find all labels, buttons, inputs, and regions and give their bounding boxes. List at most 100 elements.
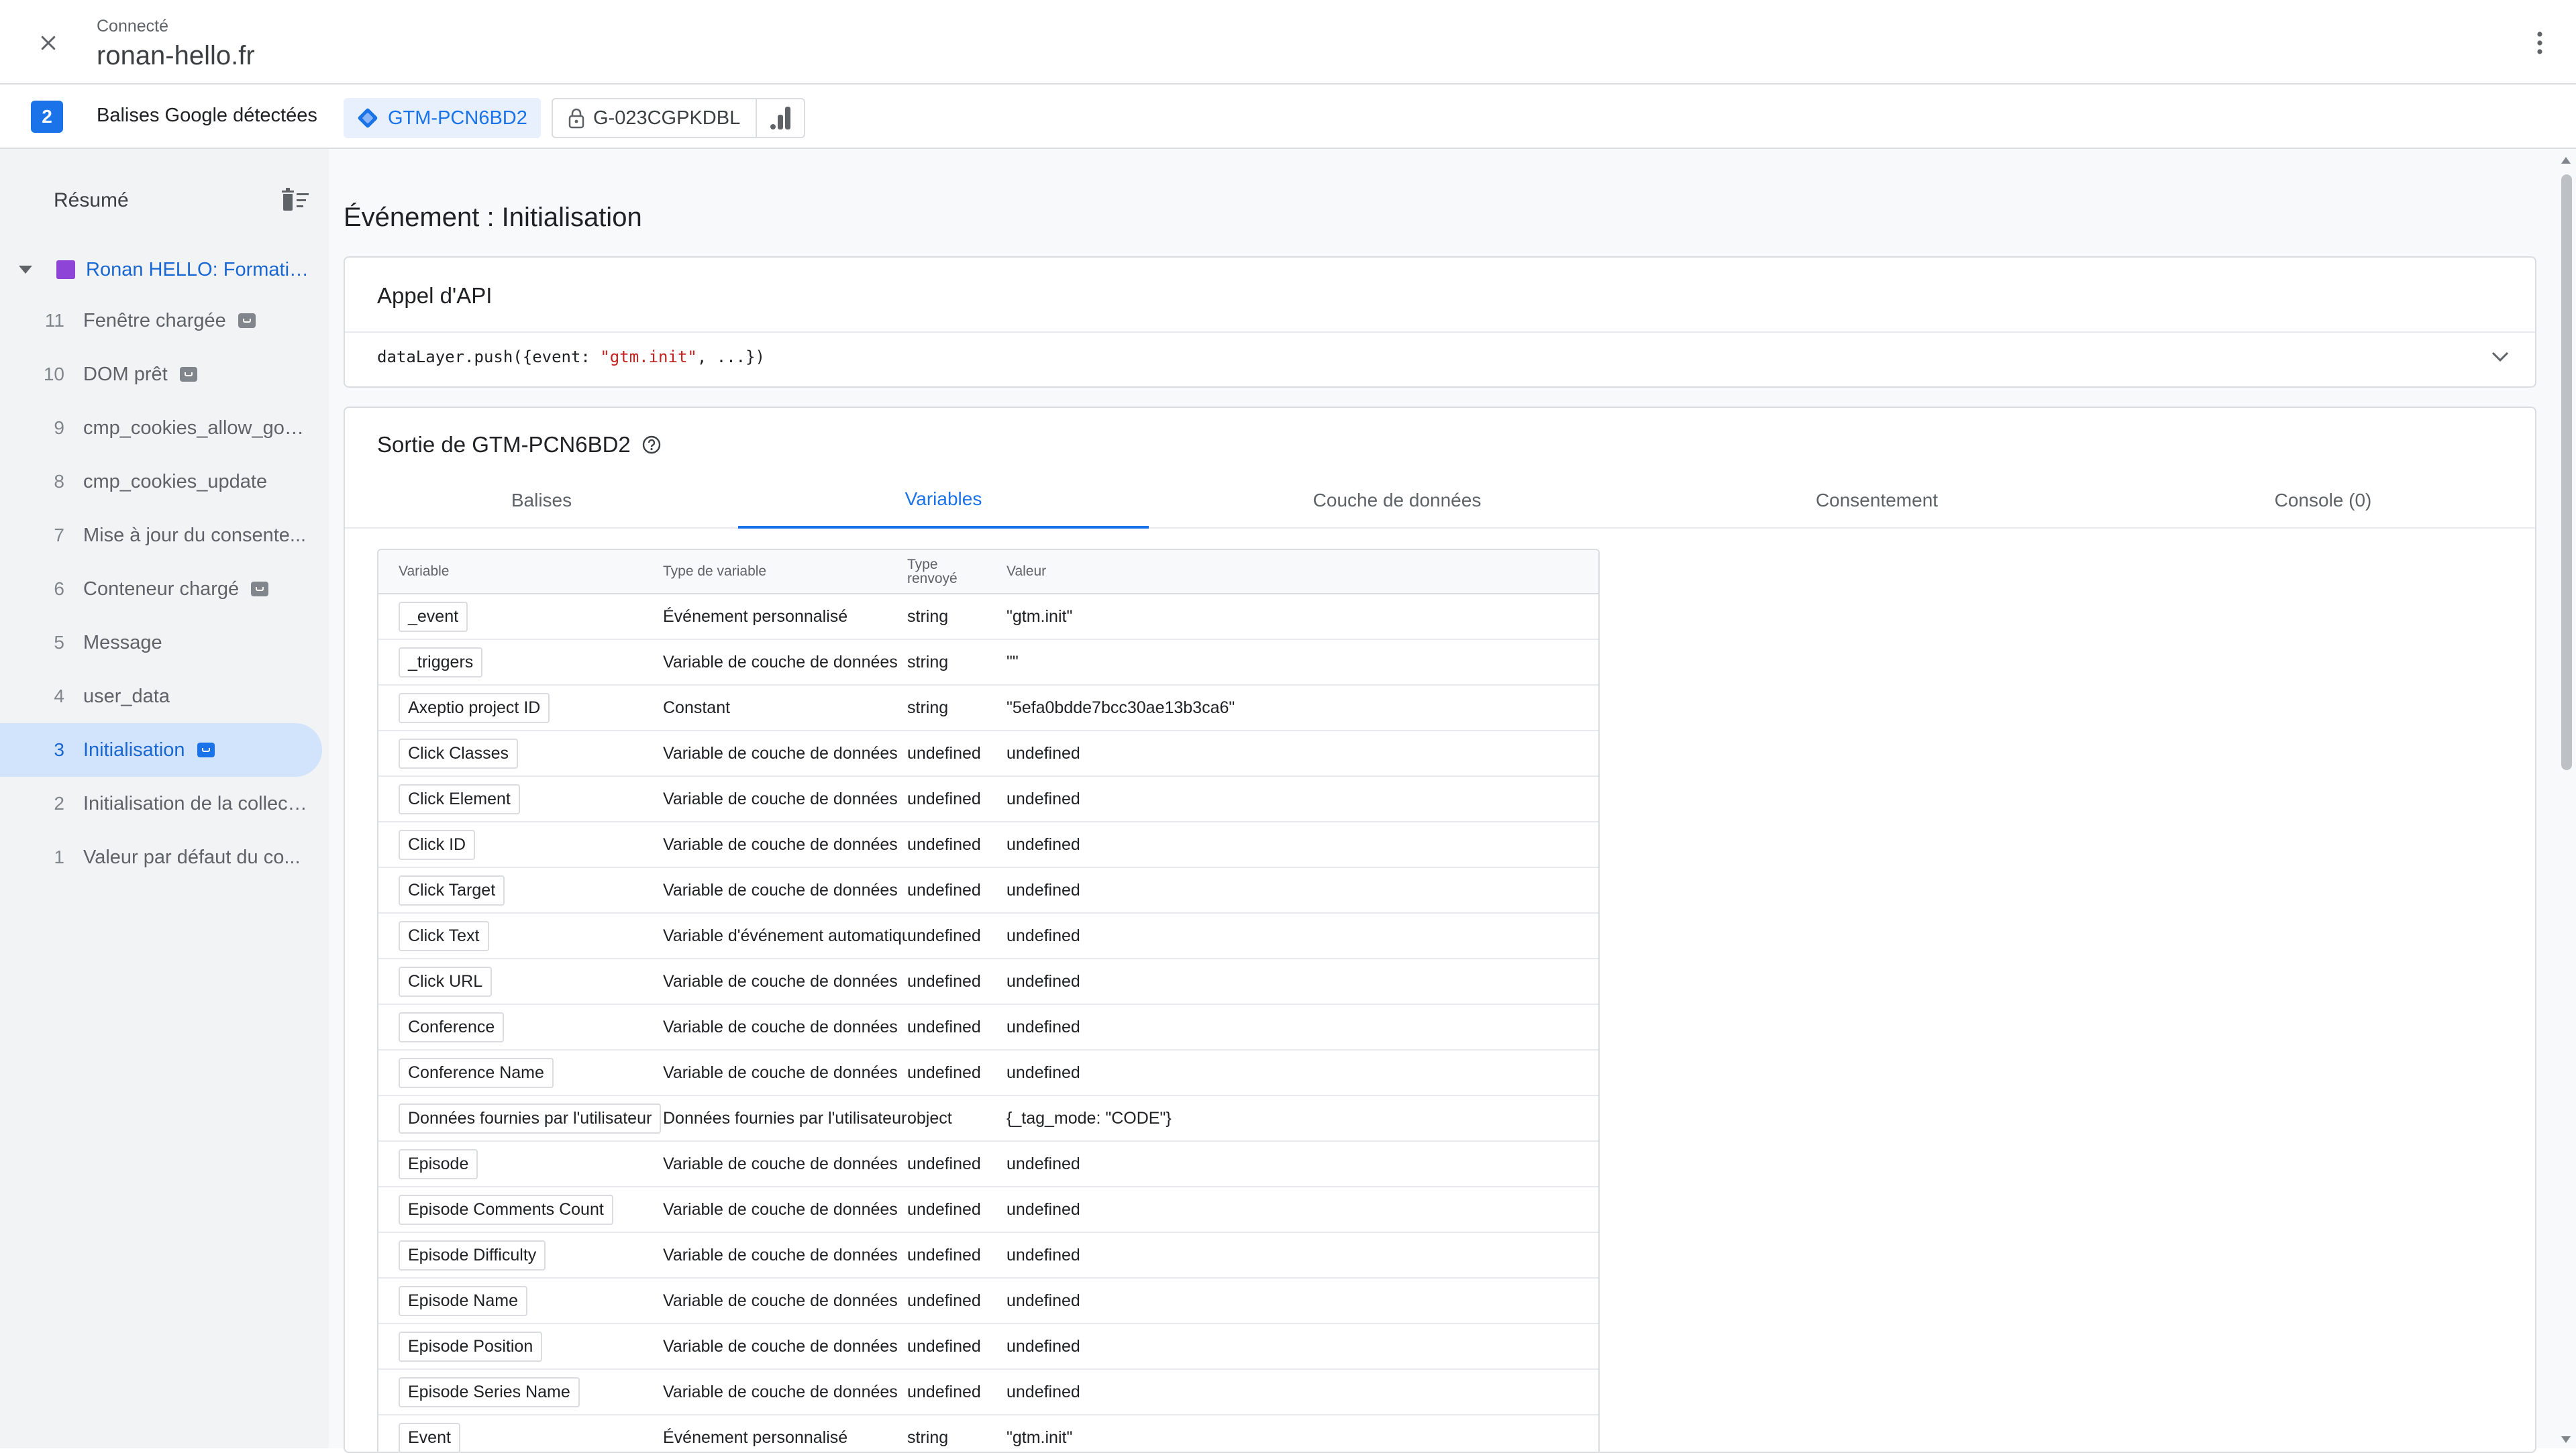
variable-type: Variable de couche de données <box>663 652 898 671</box>
event-item-consent-update[interactable]: 7 Mise à jour du consente... <box>0 508 322 562</box>
analytics-icon-area[interactable] <box>757 99 804 137</box>
vertical-scrollbar[interactable] <box>2557 149 2576 1448</box>
column-header-returned-type: Type renvoyé <box>907 557 1007 586</box>
variable-name-chip[interactable]: Episode Difficulty <box>399 1240 546 1271</box>
variable-name-chip[interactable]: Conference <box>399 1012 505 1042</box>
tab-console[interactable]: Console (0) <box>2108 472 2535 529</box>
variable-name-chip[interactable]: Episode Comments Count <box>399 1194 613 1225</box>
table-row: Click Text Variable d'événement automati… <box>378 914 1598 959</box>
ga-tag-chip-main[interactable]: G-023CGPKDBL <box>553 99 758 137</box>
variable-value: "5efa0bdde7bcc30ae13b3ca6" <box>1007 698 1235 717</box>
scroll-up-arrow-icon[interactable] <box>2560 154 2572 166</box>
variables-table: Variable Type de variable Type renvoyé V… <box>377 549 1600 1452</box>
tab-balises[interactable]: Balises <box>345 472 738 529</box>
variable-name-chip[interactable]: Click Target <box>399 875 505 906</box>
variable-type: Variable de couche de données <box>663 1336 898 1356</box>
tab-consentement[interactable]: Consentement <box>1645 472 2108 529</box>
variable-name-chip[interactable]: Click Text <box>399 920 489 951</box>
variable-name-chip[interactable]: Conference Name <box>399 1057 554 1088</box>
returned-type: string <box>907 1428 949 1447</box>
summary-sidebar: Résumé Ronan HELLO: Formatio... 11 Fenêt… <box>0 149 329 1448</box>
variable-value: undefined <box>1007 971 1080 991</box>
lock-icon <box>568 108 584 129</box>
variable-type: Variable de couche de données <box>663 1154 898 1173</box>
event-number: 6 <box>54 578 64 599</box>
variable-name-chip[interactable]: Click ID <box>399 829 476 860</box>
variable-type: Variable de couche de données <box>663 1017 898 1036</box>
variable-name-chip[interactable]: Click URL <box>399 966 493 997</box>
variable-type: Variable de couche de données <box>663 1199 898 1219</box>
tab-couche-de-donnees[interactable]: Couche de données <box>1149 472 1645 529</box>
expand-api-call-button[interactable] <box>2485 342 2515 372</box>
returned-type-line2: renvoyé <box>907 571 958 586</box>
clear-messages-button[interactable] <box>279 185 311 215</box>
event-number: 8 <box>54 471 64 492</box>
caret-down-icon[interactable] <box>19 266 35 274</box>
event-list: 11 Fenêtre chargée 10 DOM prêt 9 cmp_coo… <box>0 294 329 884</box>
event-item-initialisation[interactable]: 3 Initialisation <box>0 723 322 777</box>
more-vert-icon <box>2537 32 2542 54</box>
event-item-cmp-cookies-allow[interactable]: 9 cmp_cookies_allow_goo... <box>0 401 322 455</box>
variable-type: Variable de couche de données <box>663 789 898 808</box>
variable-name-chip[interactable]: Click Element <box>399 784 520 814</box>
connection-info: Connecté ronan-hello.fr <box>97 16 255 72</box>
column-header-type: Type de variable <box>663 563 767 579</box>
more-options-button[interactable] <box>2522 25 2557 60</box>
gtm-container-chip[interactable]: GTM-PCN6BD2 <box>344 98 541 138</box>
gtm-container-id: GTM-PCN6BD2 <box>388 107 527 129</box>
event-item-user-data[interactable]: 4 user_data <box>0 669 322 723</box>
event-label: user_data <box>83 685 170 707</box>
tag-bar: 2 Balises Google détectées GTM-PCN6BD2 G… <box>0 85 2576 149</box>
variable-type: Variable de couche de données <box>663 835 898 854</box>
container-tree-item[interactable]: Ronan HELLO: Formatio... <box>0 246 329 294</box>
variable-name-chip[interactable]: Episode Series Name <box>399 1377 580 1407</box>
help-icon[interactable] <box>641 435 662 455</box>
event-item-dom-pret[interactable]: 10 DOM prêt <box>0 347 322 401</box>
variable-value: undefined <box>1007 835 1080 854</box>
chevron-down-icon <box>2491 352 2509 362</box>
variable-name-chip[interactable]: Click Classes <box>399 738 519 769</box>
variable-name-chip[interactable]: Axeptio project ID <box>399 692 550 723</box>
table-row: Conference Name Variable de couche de do… <box>378 1051 1598 1096</box>
code-string: "gtm.init" <box>600 347 697 366</box>
event-item-message[interactable]: 5 Message <box>0 616 322 669</box>
scrollbar-thumb[interactable] <box>2561 174 2572 770</box>
variable-name-chip[interactable]: _event <box>399 601 468 632</box>
event-item-default-value[interactable]: 1 Valeur par défaut du co... <box>0 830 322 884</box>
event-item-cmp-cookies-update[interactable]: 8 cmp_cookies_update <box>0 455 322 508</box>
returned-type: undefined <box>907 743 981 763</box>
variable-name-chip[interactable]: Données fournies par l'utilisateur <box>399 1103 662 1134</box>
table-row: Episode Variable de couche de données un… <box>378 1142 1598 1187</box>
variable-name-chip[interactable]: Episode Name <box>399 1285 527 1316</box>
table-row: Episode Position Variable de couche de d… <box>378 1324 1598 1370</box>
tab-variables[interactable]: Variables <box>738 472 1149 529</box>
connected-domain: ronan-hello.fr <box>97 41 255 70</box>
variable-type: Variable de couche de données <box>663 880 898 900</box>
event-number: 9 <box>54 417 64 438</box>
variable-type: Variable de couche de données <box>663 743 898 763</box>
variable-name-chip[interactable]: Episode Position <box>399 1331 543 1362</box>
event-label: cmp_cookies_update <box>83 470 268 492</box>
table-row: Click Classes Variable de couche de donn… <box>378 731 1598 777</box>
event-item-collection-init[interactable]: 2 Initialisation de la collect... <box>0 777 322 830</box>
event-label: Fenêtre chargée <box>83 309 226 331</box>
event-item-fenetre-chargee[interactable]: 11 Fenêtre chargée <box>0 294 322 347</box>
event-item-conteneur-charge[interactable]: 6 Conteneur chargé <box>0 562 322 616</box>
table-row: Click Element Variable de couche de donn… <box>378 777 1598 822</box>
sidebar-heading: Résumé <box>54 189 129 211</box>
event-number: 11 <box>44 310 64 331</box>
variable-value: "" <box>1007 652 1019 671</box>
close-button[interactable] <box>27 25 70 60</box>
returned-type: undefined <box>907 1199 981 1219</box>
variable-type: Variable de couche de données <box>663 1291 898 1310</box>
scroll-down-arrow-icon[interactable] <box>2560 1434 2572 1446</box>
variable-type: Événement personnalisé <box>663 1428 848 1447</box>
ga-tag-chip[interactable]: G-023CGPKDBL <box>552 98 805 138</box>
analytics-bars-icon <box>770 107 791 129</box>
returned-type: undefined <box>907 789 981 808</box>
returned-type: undefined <box>907 835 981 854</box>
variable-name-chip[interactable]: _triggers <box>399 647 483 678</box>
returned-type: string <box>907 698 949 717</box>
variable-value: undefined <box>1007 926 1080 945</box>
variable-name-chip[interactable]: Episode <box>399 1148 478 1179</box>
